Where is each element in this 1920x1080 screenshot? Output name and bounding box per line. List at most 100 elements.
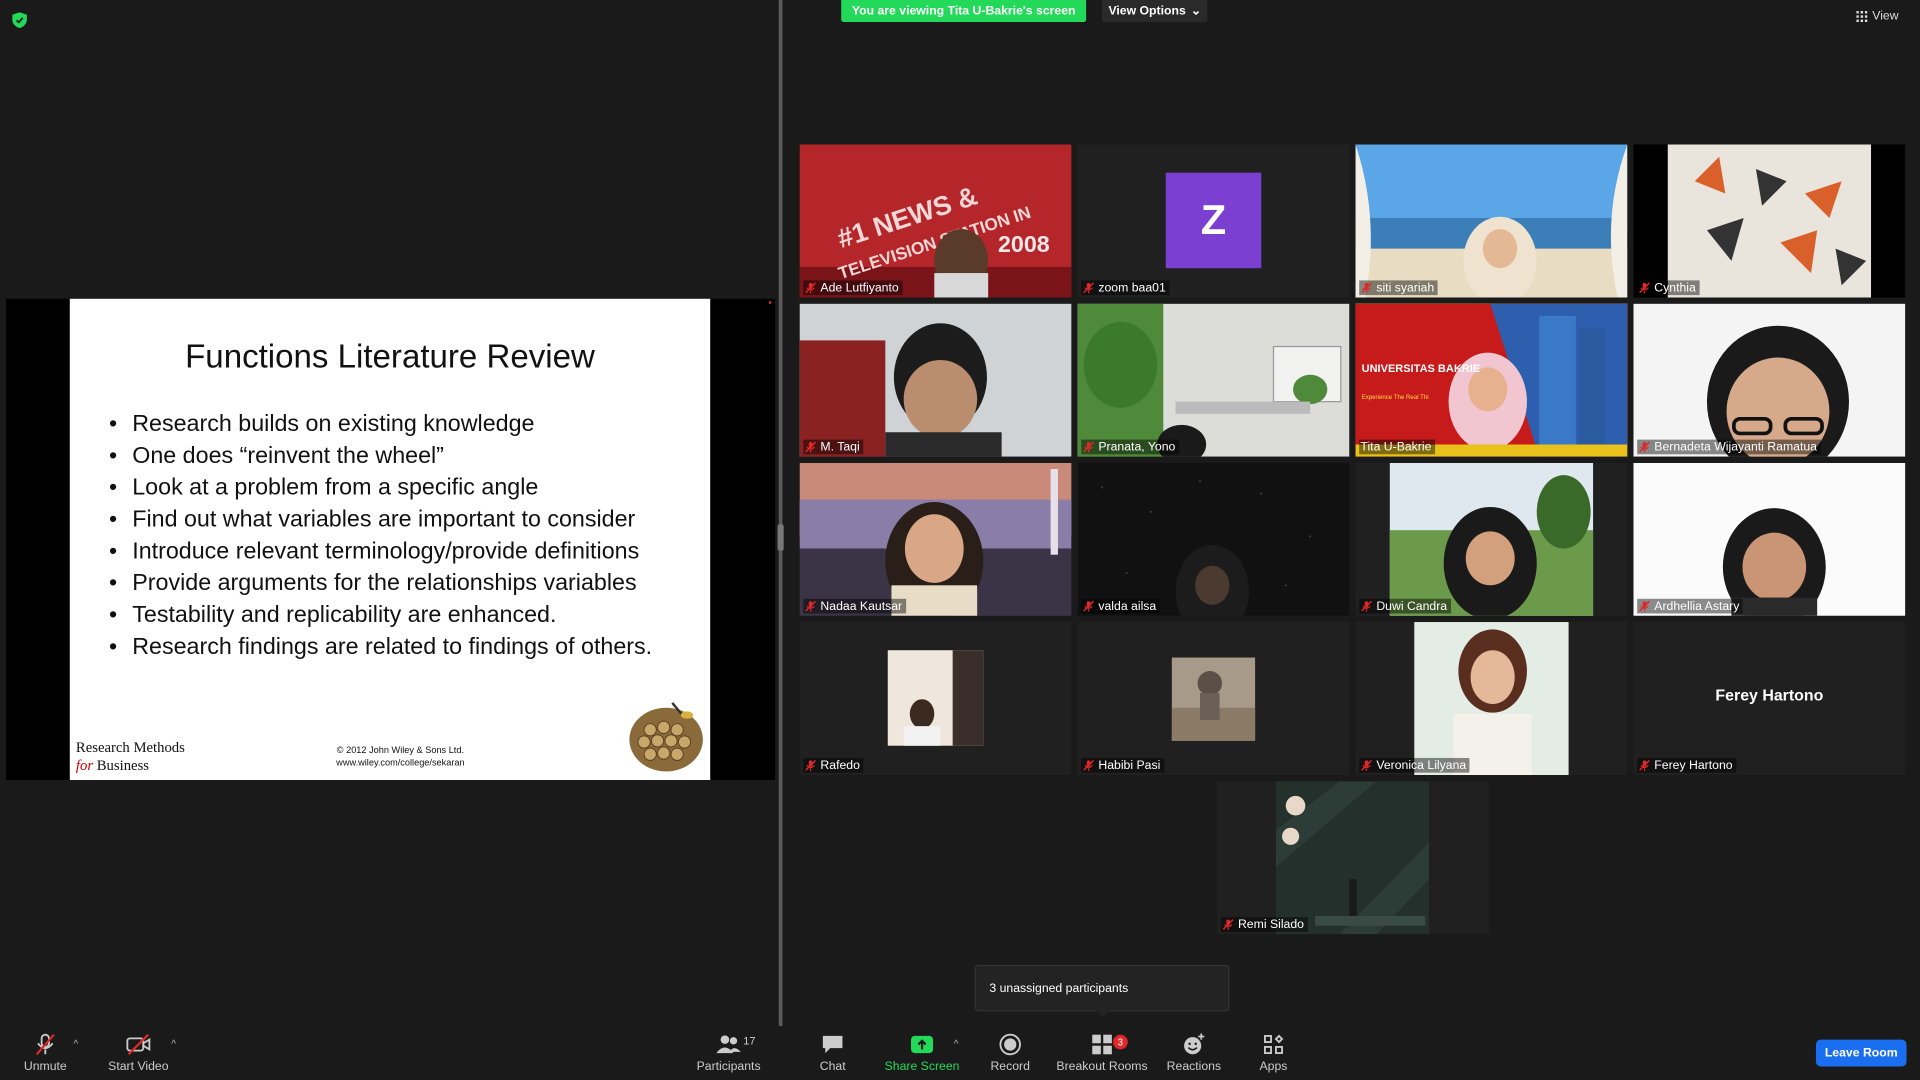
participant-name-label: Remi Silado — [1220, 917, 1308, 932]
participant-tile[interactable]: Ferey Hartono Ferey Hartono — [1633, 622, 1906, 776]
video-feed — [1633, 144, 1906, 298]
mic-muted-icon — [1083, 282, 1094, 294]
breakout-rooms-icon — [1092, 1034, 1112, 1055]
participant-tile[interactable]: Bernadeta Wijayanti Ramatua — [1633, 303, 1906, 457]
participant-tile[interactable]: siti syariah — [1355, 144, 1628, 298]
video-options-caret[interactable]: ^ — [171, 1038, 176, 1049]
participant-name-label: Ferey Hartono — [1637, 757, 1737, 773]
audio-options-caret[interactable]: ^ — [73, 1038, 78, 1049]
video-feed — [1355, 462, 1628, 616]
divider-handle[interactable] — [777, 524, 784, 552]
participant-name-label: zoom baa01 — [1081, 280, 1170, 296]
mic-muted-icon — [1639, 441, 1650, 453]
breakout-rooms-button[interactable]: Breakout Rooms — [1056, 1026, 1149, 1080]
participant-name-label: Ade Lutfiyanto — [803, 280, 903, 296]
participant-tile[interactable]: Nadaa Kautsar — [799, 462, 1072, 616]
participant-tile[interactable]: valda ailsa — [1077, 462, 1350, 616]
chat-icon — [822, 1035, 843, 1054]
mic-muted-icon — [1361, 759, 1372, 771]
participant-name-label: Duwi Candra — [1359, 598, 1451, 614]
participant-tile[interactable]: Veronica Lilyana — [1355, 622, 1628, 776]
participant-name: Remi Silado — [1237, 917, 1304, 932]
participant-tile[interactable]: Z zoom baa01 — [1077, 144, 1350, 298]
mic-muted-icon — [1361, 282, 1372, 294]
split-divider[interactable] — [778, 0, 783, 1027]
participant-name-label: Bernadeta Wijayanti Ramatua — [1637, 439, 1821, 455]
participant-name: valda ailsa — [1098, 599, 1157, 613]
participant-name: Ade Lutfiyanto — [820, 281, 899, 295]
share-screen-label: Share Screen — [884, 1060, 960, 1074]
participant-name-label: Ardhellia Astary — [1637, 598, 1744, 614]
participant-name-label: Habibi Pasi — [1081, 757, 1165, 773]
participant-tile[interactable]: M. Taqi — [799, 303, 1072, 457]
record-button[interactable]: Record — [987, 1026, 1034, 1080]
mic-muted-icon — [805, 600, 817, 612]
participant-name: zoom baa01 — [1098, 281, 1166, 295]
participant-name: Ardhellia Astary — [1654, 599, 1740, 613]
video-bg-subtext: Experience The Real Thi — [1362, 394, 1429, 401]
share-options-caret[interactable]: ^ — [954, 1038, 959, 1049]
leave-room-button[interactable]: Leave Room — [1815, 1039, 1907, 1067]
participant-name-label: Cynthia — [1637, 280, 1700, 296]
mic-muted-icon — [805, 282, 817, 294]
mic-muted-icon — [805, 759, 817, 771]
mic-muted-icon — [1083, 441, 1094, 453]
participant-name-label: Nadaa Kautsar — [803, 598, 906, 614]
breakout-rooms-badge: 3 — [1113, 1034, 1128, 1050]
video-feed — [1077, 462, 1350, 616]
participant-name: siti syariah — [1376, 281, 1435, 295]
video-bg-text: UNIVERSITAS BAKRIE — [1362, 363, 1481, 375]
participant-tile[interactable]: Duwi Candra — [1355, 462, 1628, 616]
participants-label: Participants — [696, 1060, 761, 1074]
participant-tile-active-speaker[interactable]: UNIVERSITAS BAKRIE Experience The Real T… — [1355, 303, 1628, 457]
unmute-button[interactable]: Unmute — [17, 1026, 73, 1080]
reactions-button[interactable]: Reactions — [1164, 1026, 1223, 1080]
grid-icon — [1856, 11, 1868, 23]
share-screen-button[interactable]: Share Screen — [884, 1026, 960, 1080]
slide-bullet: Provide arguments for the relationships … — [109, 571, 685, 597]
participant-name-label: M. Taqi — [803, 439, 864, 455]
slide-url: www.wiley.com/college/sekaran — [336, 756, 465, 768]
participant-name: Tita U-Bakrie — [1360, 440, 1432, 454]
video-bg-text: 2008 — [998, 231, 1050, 257]
participant-tile[interactable]: #1 NEWS & TELEVISION STATION IN 2008 Ade… — [799, 144, 1072, 298]
participant-tile[interactable]: Habibi Pasi — [1077, 622, 1350, 776]
participant-tile[interactable]: Rafedo — [799, 622, 1072, 776]
video-feed — [1077, 622, 1350, 776]
slide-bullet: Introduce relevant terminology/provide d… — [109, 539, 685, 565]
video-feed — [1355, 622, 1628, 776]
breakout-rooms-label: Breakout Rooms — [1056, 1060, 1148, 1074]
participant-tile[interactable]: Remi Silado — [1217, 781, 1489, 935]
start-video-label: Start Video — [108, 1060, 169, 1074]
chevron-down-icon: ⌄ — [1190, 4, 1201, 18]
participant-name: Rafedo — [820, 758, 860, 773]
view-options-button[interactable]: View Options ⌄ — [1102, 0, 1208, 23]
avatar: Z — [1165, 172, 1262, 269]
unassigned-participants-tooltip: 3 unassigned participants — [974, 964, 1230, 1018]
view-layout-button[interactable]: View — [1856, 10, 1899, 23]
video-off-icon — [126, 1033, 151, 1056]
security-shield-icon[interactable] — [12, 12, 27, 29]
video-feed — [799, 303, 1072, 457]
slide-bullet: Look at a problem from a specific angle — [109, 475, 685, 501]
participant-name-label: valda ailsa — [1081, 598, 1160, 614]
slide-brand-line1: Research Methods — [75, 738, 185, 756]
record-icon — [999, 1033, 1021, 1056]
video-feed — [799, 462, 1072, 616]
participant-name: Veronica Lilyana — [1376, 758, 1467, 773]
chat-button[interactable]: Chat — [811, 1026, 855, 1080]
mic-muted-icon — [805, 441, 817, 453]
participant-tile[interactable]: Pranata, Yono — [1077, 303, 1350, 457]
mic-muted-icon — [1639, 282, 1650, 294]
participant-tile[interactable]: Cynthia — [1633, 144, 1906, 298]
video-feed: UNIVERSITAS BAKRIE Experience The Real T… — [1355, 303, 1628, 457]
shared-slide: Functions Literature Review Research bui… — [69, 298, 711, 781]
participant-tile[interactable]: Ardhellia Astary — [1633, 462, 1906, 616]
start-video-button[interactable]: Start Video — [105, 1026, 171, 1080]
video-feed — [799, 622, 1072, 776]
unassigned-participants-text: 3 unassigned participants — [989, 981, 1129, 995]
slide-bullet: One does “reinvent the wheel” — [109, 443, 685, 469]
apps-button[interactable]: Apps — [1254, 1026, 1293, 1080]
slide-bullet: Find out what variables are important to… — [109, 507, 685, 533]
video-feed — [1633, 462, 1906, 616]
